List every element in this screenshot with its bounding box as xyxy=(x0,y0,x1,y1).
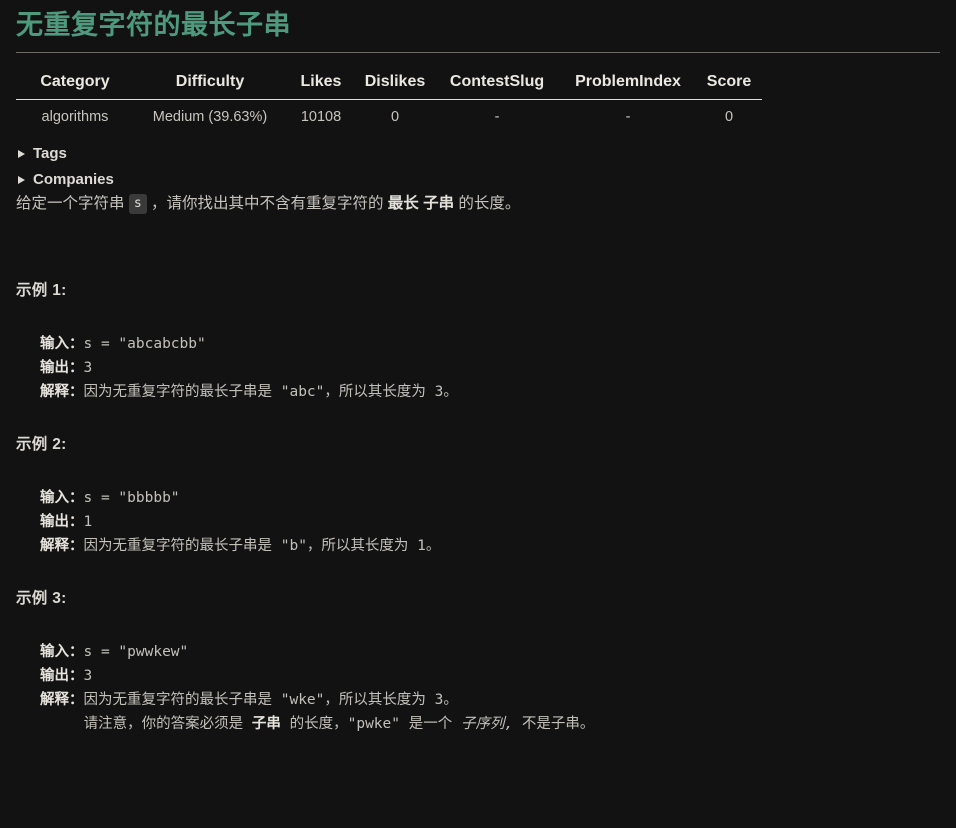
column-header-likes: Likes xyxy=(286,67,356,100)
description-bold-longest: 最长 xyxy=(387,195,419,212)
column-header-category: Category xyxy=(16,67,134,100)
page-title: 无重复字符的最长子串 xyxy=(16,10,291,40)
example-3-input-value: s = "pwwkew" xyxy=(83,644,189,660)
example-1-body: 输入：s = "abcabcbb" 输出：3 解释：因为无重复字符的最长子串是 … xyxy=(16,332,940,404)
cell-problemindex: - xyxy=(625,109,631,125)
cell-difficulty: Medium (39.63%) xyxy=(152,109,268,125)
problem-description: 给定一个字符串 s ，请你找出其中不含有重复字符的 最长 子串 的长度。 xyxy=(16,192,940,216)
example-3-heading: 示例 3: xyxy=(16,590,67,607)
description-text-part2: ，请你找出其中不含有重复字符的 xyxy=(146,195,388,212)
example-2-input-value: s = "bbbbb" xyxy=(83,490,180,506)
example-2-output-label: 输出： xyxy=(40,514,84,530)
example-1-input-label: 输入： xyxy=(40,336,84,352)
example-1: 示例 1: 输入：s = "abcabcbb" 输出：3 解释：因为无重复字符的… xyxy=(16,278,940,404)
example-3-input-label: 输入： xyxy=(40,644,84,660)
example-1-heading: 示例 1: xyxy=(16,282,67,299)
example-3-output-label: 输出： xyxy=(40,668,84,684)
example-2-input-label: 输入： xyxy=(40,490,84,506)
cell-contestslug: - xyxy=(494,109,500,125)
example-3-body: 输入：s = "pwwkew" 输出：3 解释：因为无重复字符的最长子串是 "w… xyxy=(16,640,940,736)
example-1-output-value: 3 xyxy=(83,360,93,376)
example-3-explain-extra-bold: 子串 xyxy=(251,716,281,732)
disclosure-companies[interactable]: Companies xyxy=(16,171,940,188)
example-3: 示例 3: 输入：s = "pwwkew" 输出：3 解释：因为无重复字符的最长… xyxy=(16,586,940,736)
disclosure-tags[interactable]: Tags xyxy=(16,145,940,162)
example-2-heading: 示例 2: xyxy=(16,436,67,453)
example-3-explain-label: 解释： xyxy=(40,692,84,708)
column-header-difficulty: Difficulty xyxy=(134,67,286,100)
example-3-explain-extra-c: 不是子串。 xyxy=(513,716,595,732)
cell-score: 0 xyxy=(724,109,734,125)
example-3-explain-extra-italic: 子序列, xyxy=(460,716,514,732)
column-header-score: Score xyxy=(696,67,762,100)
example-3-explain-extra-indent xyxy=(40,716,84,732)
cell-dislikes: 0 xyxy=(390,109,400,125)
table-header-row: Category Difficulty Likes Dislikes Conte… xyxy=(16,67,762,100)
example-3-explain-extra-b: 的长度，"pwke" 是一个 xyxy=(280,716,461,732)
example-3-output-value: 3 xyxy=(83,668,93,684)
example-2-body: 输入：s = "bbbbb" 输出：1 解释：因为无重复字符的最长子串是 "b"… xyxy=(16,486,940,558)
problem-page: 无重复字符的最长子串 Category Difficulty Likes Dis… xyxy=(0,0,956,828)
example-3-explain-value: 因为无重复字符的最长子串是 "wke"，所以其长度为 3。 xyxy=(83,692,458,708)
example-2: 示例 2: 输入：s = "bbbbb" 输出：1 解释：因为无重复字符的最长子… xyxy=(16,432,940,558)
cell-likes: 10108 xyxy=(300,109,342,125)
example-1-explain-value: 因为无重复字符的最长子串是 "abc"，所以其长度为 3。 xyxy=(83,384,458,400)
description-text-part4: 的长度。 xyxy=(454,195,521,212)
triangle-right-icon xyxy=(18,175,25,184)
column-header-contestslug: ContestSlug xyxy=(434,67,560,100)
example-2-output-value: 1 xyxy=(83,514,93,530)
problem-meta-table: Category Difficulty Likes Dislikes Conte… xyxy=(16,67,762,133)
disclosure-companies-label: Companies xyxy=(33,171,114,188)
column-header-problemindex: ProblemIndex xyxy=(560,67,696,100)
description-bold-substring: 子串 xyxy=(423,195,455,212)
inline-code-s: s xyxy=(128,194,147,214)
triangle-right-icon xyxy=(18,149,25,158)
cell-category: algorithms xyxy=(41,109,109,125)
example-2-explain-value: 因为无重复字符的最长子串是 "b"，所以其长度为 1。 xyxy=(83,538,441,554)
disclosure-tags-label: Tags xyxy=(33,145,67,162)
example-1-output-label: 输出： xyxy=(40,360,84,376)
title-divider xyxy=(16,52,940,53)
example-1-input-value: s = "abcabcbb" xyxy=(83,336,206,352)
description-text-part1: 给定一个字符串 xyxy=(16,195,129,212)
example-2-explain-label: 解释： xyxy=(40,538,84,554)
table-row: algorithms Medium (39.63%) 10108 0 - - 0 xyxy=(16,100,762,134)
example-3-explain-extra-a: 请注意，你的答案必须是 xyxy=(83,716,252,732)
example-1-explain-label: 解释： xyxy=(40,384,84,400)
column-header-dislikes: Dislikes xyxy=(356,67,434,100)
